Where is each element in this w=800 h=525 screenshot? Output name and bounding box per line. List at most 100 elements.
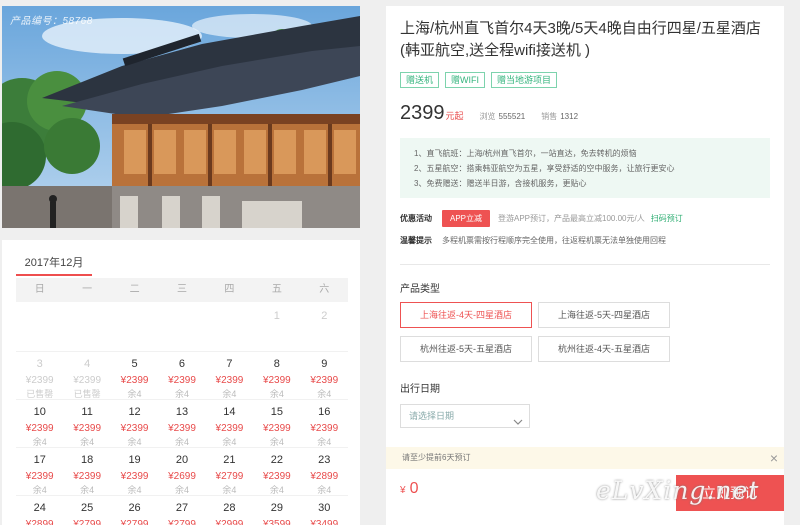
tip-label: 温馨提示	[400, 236, 432, 245]
calendar-day-cell[interactable]: 5 ¥2399 余4	[110, 352, 159, 400]
option-hangzhou-4d-5star[interactable]: 杭州往返-4天-五星酒店	[538, 336, 670, 362]
day-price: ¥2399	[310, 423, 339, 434]
calendar-day-cell[interactable]: 6 ¥2399 余4	[158, 352, 206, 400]
day-number: 8	[273, 358, 280, 370]
day-number: 5	[131, 358, 138, 370]
day-price: ¥2799	[120, 519, 149, 525]
calendar-day-cell[interactable]: 16 ¥2399 余4	[300, 400, 348, 448]
calendar-day-cell[interactable]: 14 ¥2399 余4	[205, 400, 254, 448]
calendar-day-cell[interactable]: 19 ¥2399 余4	[110, 448, 159, 496]
calendar-day-cell	[158, 304, 206, 352]
total-amount: 0	[409, 480, 419, 497]
day-stock	[158, 339, 205, 350]
day-stock: 余4	[222, 485, 237, 495]
day-price: ¥2699	[168, 471, 196, 482]
day-price: ¥2999	[215, 519, 244, 525]
calendar-day-cell[interactable]: 12 ¥2399 余4	[110, 400, 159, 448]
calendar-day-cell[interactable]: 18 ¥2399 余4	[63, 448, 111, 496]
tip-text: 多程机票需按行程顺序完全使用，往返程机票无法单独使用回程	[442, 236, 666, 245]
day-number: 13	[175, 406, 189, 418]
day-stock	[16, 339, 63, 350]
option-hangzhou-5d-5star[interactable]: 杭州往返-5天-五星酒店	[400, 336, 532, 362]
day-price: ¥2399	[262, 423, 291, 434]
calendar-day-cell[interactable]: 17 ¥2399 余4	[16, 448, 64, 496]
day-stock: 余4	[222, 389, 237, 399]
day-price: ¥2399	[262, 375, 291, 386]
calendar-day-cell[interactable]: 15 ¥2399 余4	[253, 400, 301, 448]
day-number: 7	[226, 358, 233, 370]
option-shanghai-5d-4star[interactable]: 上海往返-5天-四星酒店	[538, 302, 670, 328]
sales-label: 销售	[541, 112, 558, 121]
price-row: 2399 元起 浏览 555521 销售 1312	[400, 102, 578, 125]
calendar-day-cell[interactable]: 28 ¥2999	[206, 496, 253, 525]
sales-count: 1312	[560, 112, 579, 121]
day-stock: 已售罄	[26, 389, 54, 399]
day-price: ¥2399	[25, 423, 54, 434]
calendar-month-tab[interactable]: 2017年12月	[16, 254, 92, 276]
product-title: 上海/杭州直飞首尔4天3晚/5天4晚自由行四星/五星酒店 (韩亚航空,送全程wi…	[400, 20, 761, 59]
calendar-day-cell[interactable]: 30 ¥3499	[301, 496, 348, 525]
day-number	[16, 310, 63, 324]
app-discount-button[interactable]: APP立减	[442, 210, 491, 227]
calendar-day-cell[interactable]: 20 ¥2699 余4	[158, 448, 206, 496]
day-stock: 余4	[80, 485, 95, 495]
day-price: ¥2399	[120, 471, 149, 482]
day-price: ¥2399	[25, 471, 54, 482]
day-price: ¥3599	[262, 519, 291, 525]
calendar-day-cell[interactable]: 23 ¥2899 余4	[300, 448, 348, 496]
option-shanghai-4d-4star[interactable]: 上海往返-4天-四星酒店	[400, 302, 532, 328]
day-number: 3	[36, 358, 43, 370]
calendar-day-cell[interactable]: 9 ¥2399 余4	[300, 352, 348, 400]
travel-date-select[interactable]: 请选择日期	[400, 404, 530, 428]
day-stock: 余4	[269, 389, 284, 399]
calendar-day-cell[interactable]: 10 ¥2399 余4	[16, 400, 64, 448]
promo-label: 优惠活动	[400, 214, 432, 223]
calendar-day-cell[interactable]: 22 ¥2399 余4	[253, 448, 301, 496]
day-stock	[111, 339, 158, 350]
day-number: 19	[128, 454, 141, 466]
day-price: ¥2799	[215, 471, 244, 482]
calendar-day-cell[interactable]: 24 ¥2899	[16, 496, 63, 525]
calendar-day-cell[interactable]: 26 ¥2799	[111, 496, 158, 525]
day-price: ¥2399	[310, 375, 339, 386]
tag-wifi: 赠WIFI	[445, 72, 486, 88]
calendar-day-cell[interactable]: 7 ¥2399 余4	[205, 352, 254, 400]
views-stat: 浏览 555521	[480, 111, 526, 122]
day-number: 28	[223, 502, 236, 514]
calendar-day-cell: 2	[300, 304, 348, 352]
day-number: 11	[81, 406, 93, 418]
day-stock: 余4	[174, 437, 189, 447]
day-stock	[63, 339, 110, 350]
day-number: 10	[33, 406, 46, 418]
day-number: 27	[175, 502, 189, 514]
calendar-day-cell	[205, 304, 254, 352]
calendar-day-cell[interactable]: 11 ¥2399 余4	[63, 400, 111, 448]
calendar-day-cell	[63, 304, 111, 352]
day-stock: 余4	[317, 437, 332, 447]
day-number: 9	[321, 358, 328, 370]
calendar-day-grid: 1 2 3 ¥2399 已售罄 4 ¥2399 已售罄 5 ¥2399 余4 6 ¥2399 余4 7 ¥23…	[16, 304, 348, 525]
day-stock: 余4	[127, 389, 142, 399]
calendar-day-cell[interactable]: 13 ¥2399 余4	[158, 400, 206, 448]
promo-row: 优惠活动 APP立减 登游APP预订，产品最高立减100.00元/人 扫码预订	[400, 210, 683, 227]
price-calendar: 2017年12月 日 一 二 三 四 五 六 1 2 3 ¥2399 已售罄 4 ¥2399…	[2, 240, 360, 525]
calendar-day-cell[interactable]: 21 ¥2799 余4	[205, 448, 254, 496]
book-now-button[interactable]: 立即预订	[676, 475, 784, 511]
day-number: 25	[81, 502, 94, 514]
day-price: ¥2399	[168, 375, 196, 386]
scan-to-book-link[interactable]: 扫码预订	[651, 213, 683, 224]
day-stock: 余4	[32, 485, 47, 495]
product-photo: 产品编号：58768	[2, 6, 360, 228]
weekday-wed: 三	[176, 284, 187, 295]
day-stock: 余4	[317, 389, 332, 399]
calendar-day-cell[interactable]: 25 ¥2799	[63, 496, 110, 525]
advance-booking-notice: 请至少提前6天预订 ×	[386, 447, 784, 469]
calendar-day-cell[interactable]: 27 ¥2799	[158, 496, 205, 525]
calendar-day-cell[interactable]: 8 ¥2399 余4	[253, 352, 301, 400]
day-stock: 余4	[80, 437, 95, 447]
calendar-day-cell[interactable]: 29 ¥3599	[253, 496, 300, 525]
day-number	[63, 310, 110, 324]
day-price: ¥2399	[73, 375, 102, 386]
close-icon[interactable]: ×	[770, 447, 778, 469]
day-number: 22	[270, 454, 283, 466]
